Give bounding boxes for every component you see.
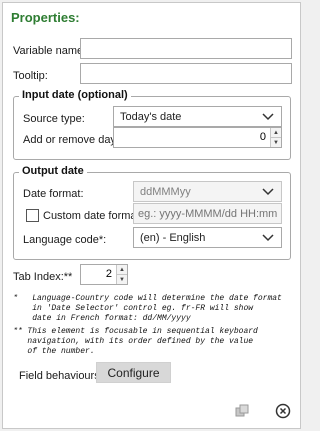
output-date-group-title: Output date [19, 165, 87, 177]
date-format-select[interactable]: ddMMMyy [133, 181, 282, 202]
panel-title: Properties: [11, 10, 80, 25]
chevron-down-icon [261, 110, 275, 124]
add-remove-days-stepper[interactable]: 0 ▲ ▼ [113, 127, 282, 148]
date-format-label: Date format: [23, 188, 84, 200]
tooltip-input[interactable] [80, 63, 292, 84]
language-code-select[interactable]: (en) - English [133, 227, 282, 248]
field-behaviours-label: Field behaviours: [19, 370, 103, 382]
language-code-note: * Language-Country code will determine t… [13, 294, 282, 323]
source-type-value: Today's date [120, 110, 182, 123]
source-type-label: Source type: [23, 113, 85, 125]
copy-icon[interactable] [233, 402, 251, 420]
input-date-group-title: Input date (optional) [19, 89, 131, 101]
configure-button[interactable]: Configure [96, 362, 171, 383]
increment-icon[interactable]: ▲ [117, 265, 127, 274]
tab-index-label: Tab Index:** [13, 271, 73, 283]
variable-name-input[interactable] [80, 38, 292, 59]
add-remove-days-value: 0 [259, 131, 266, 143]
custom-date-format-checkbox[interactable] [26, 209, 39, 222]
tab-index-note: ** This element is focusable in sequenti… [13, 327, 258, 356]
custom-date-format-label: Custom date format: [43, 210, 143, 222]
properties-panel: Properties: Variable name: Tooltip: Inpu… [2, 2, 301, 429]
chevron-down-icon [261, 185, 275, 199]
decrement-icon[interactable]: ▼ [271, 137, 281, 147]
date-format-value: ddMMMyy [140, 185, 191, 198]
variable-name-label: Variable name: [13, 45, 87, 57]
close-circle-icon[interactable] [274, 402, 292, 420]
language-code-value: (en) - English [140, 231, 206, 244]
tooltip-label: Tooltip: [13, 70, 48, 82]
source-type-select[interactable]: Today's date [113, 106, 282, 127]
tab-index-stepper[interactable]: 2 ▲ ▼ [80, 264, 128, 285]
custom-date-format-input[interactable] [133, 203, 282, 224]
tab-index-value: 2 [105, 268, 112, 280]
increment-icon[interactable]: ▲ [271, 128, 281, 137]
chevron-down-icon [261, 231, 275, 245]
language-code-label: Language code*: [23, 234, 107, 246]
decrement-icon[interactable]: ▼ [117, 274, 127, 284]
add-remove-days-label: Add or remove days: [23, 134, 125, 146]
